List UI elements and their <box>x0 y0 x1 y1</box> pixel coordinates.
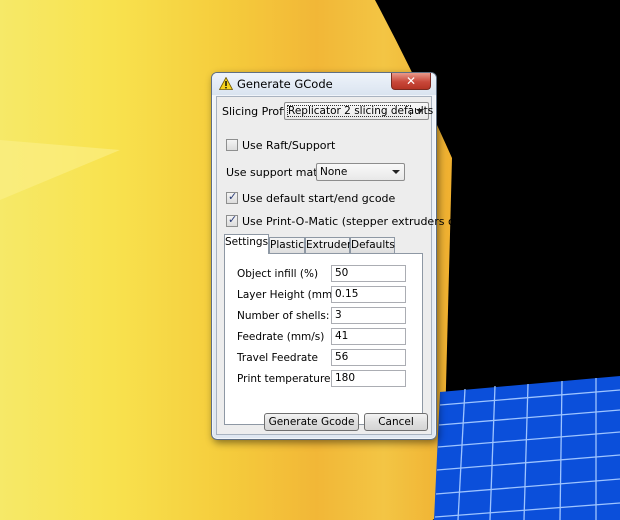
object-infill-input[interactable]: 50 <box>331 265 406 282</box>
tab-defaults[interactable]: Defaults <box>350 237 395 254</box>
build-platform-grid <box>434 376 620 520</box>
generate-gcode-button[interactable]: Generate Gcode <box>264 413 359 431</box>
feedrate-label: Feedrate (mm/s) <box>237 331 325 343</box>
tab-settings[interactable]: Settings <box>224 234 269 254</box>
default-gcode-checkbox[interactable]: ✓ <box>226 190 238 204</box>
layer-height-input[interactable]: 0.15 <box>331 286 406 303</box>
tab-plastic[interactable]: Plastic <box>269 237 305 254</box>
warning-triangle-icon <box>219 77 233 90</box>
number-of-shells-input[interactable]: 3 <box>331 307 406 324</box>
travel-feedrate-input[interactable]: 56 <box>331 349 406 366</box>
chevron-down-icon <box>416 109 424 113</box>
travel-feedrate-label: Travel Feedrate <box>237 352 318 364</box>
support-material-value: None <box>320 166 348 178</box>
tab-extruder[interactable]: Extruder <box>305 237 351 254</box>
slicing-profile-select[interactable]: Replicator 2 slicing defaults <box>284 102 433 120</box>
object-infill-label: Object infill (%) <box>237 268 319 280</box>
close-button[interactable]: ✕ <box>391 73 431 90</box>
layer-height-label: Layer Height (mm) <box>237 289 337 301</box>
generate-gcode-dialog: Generate GCode ✕ Slicing Profile: Replic… <box>211 72 476 440</box>
checkmark-icon: ✓ <box>228 213 238 226</box>
raft-support-checkbox[interactable] <box>226 139 238 151</box>
dialog-content: Slicing Profile: Replicator 2 slicing de… <box>216 96 476 435</box>
print-temperature-input[interactable]: 180 <box>331 370 406 387</box>
slicing-profile-value: Replicator 2 slicing defaults <box>288 105 434 117</box>
close-icon: ✕ <box>405 74 417 88</box>
cancel-button[interactable]: Cancel <box>364 413 428 431</box>
feedrate-input[interactable]: 41 <box>331 328 406 345</box>
chevron-down-icon <box>392 170 400 174</box>
default-gcode-label: Use default start/end gcode <box>242 192 396 205</box>
checkmark-icon: ✓ <box>228 190 238 203</box>
print-o-matic-checkbox[interactable]: ✓ <box>226 213 238 227</box>
print-o-matic-label: Use Print-O-Matic (stepper extruders onl… <box>242 215 476 228</box>
window-title: Generate GCode <box>237 77 333 91</box>
print-temperature-label: Print temperature <box>237 373 331 385</box>
title-bar[interactable]: Generate GCode ✕ <box>212 73 436 95</box>
settings-tab-panel: Object infill (%) 50 Layer Height (mm) 0… <box>224 253 423 425</box>
support-material-select[interactable]: None <box>316 163 405 181</box>
raft-support-label: Use Raft/Support <box>242 139 336 152</box>
number-of-shells-label: Number of shells: <box>237 310 330 322</box>
